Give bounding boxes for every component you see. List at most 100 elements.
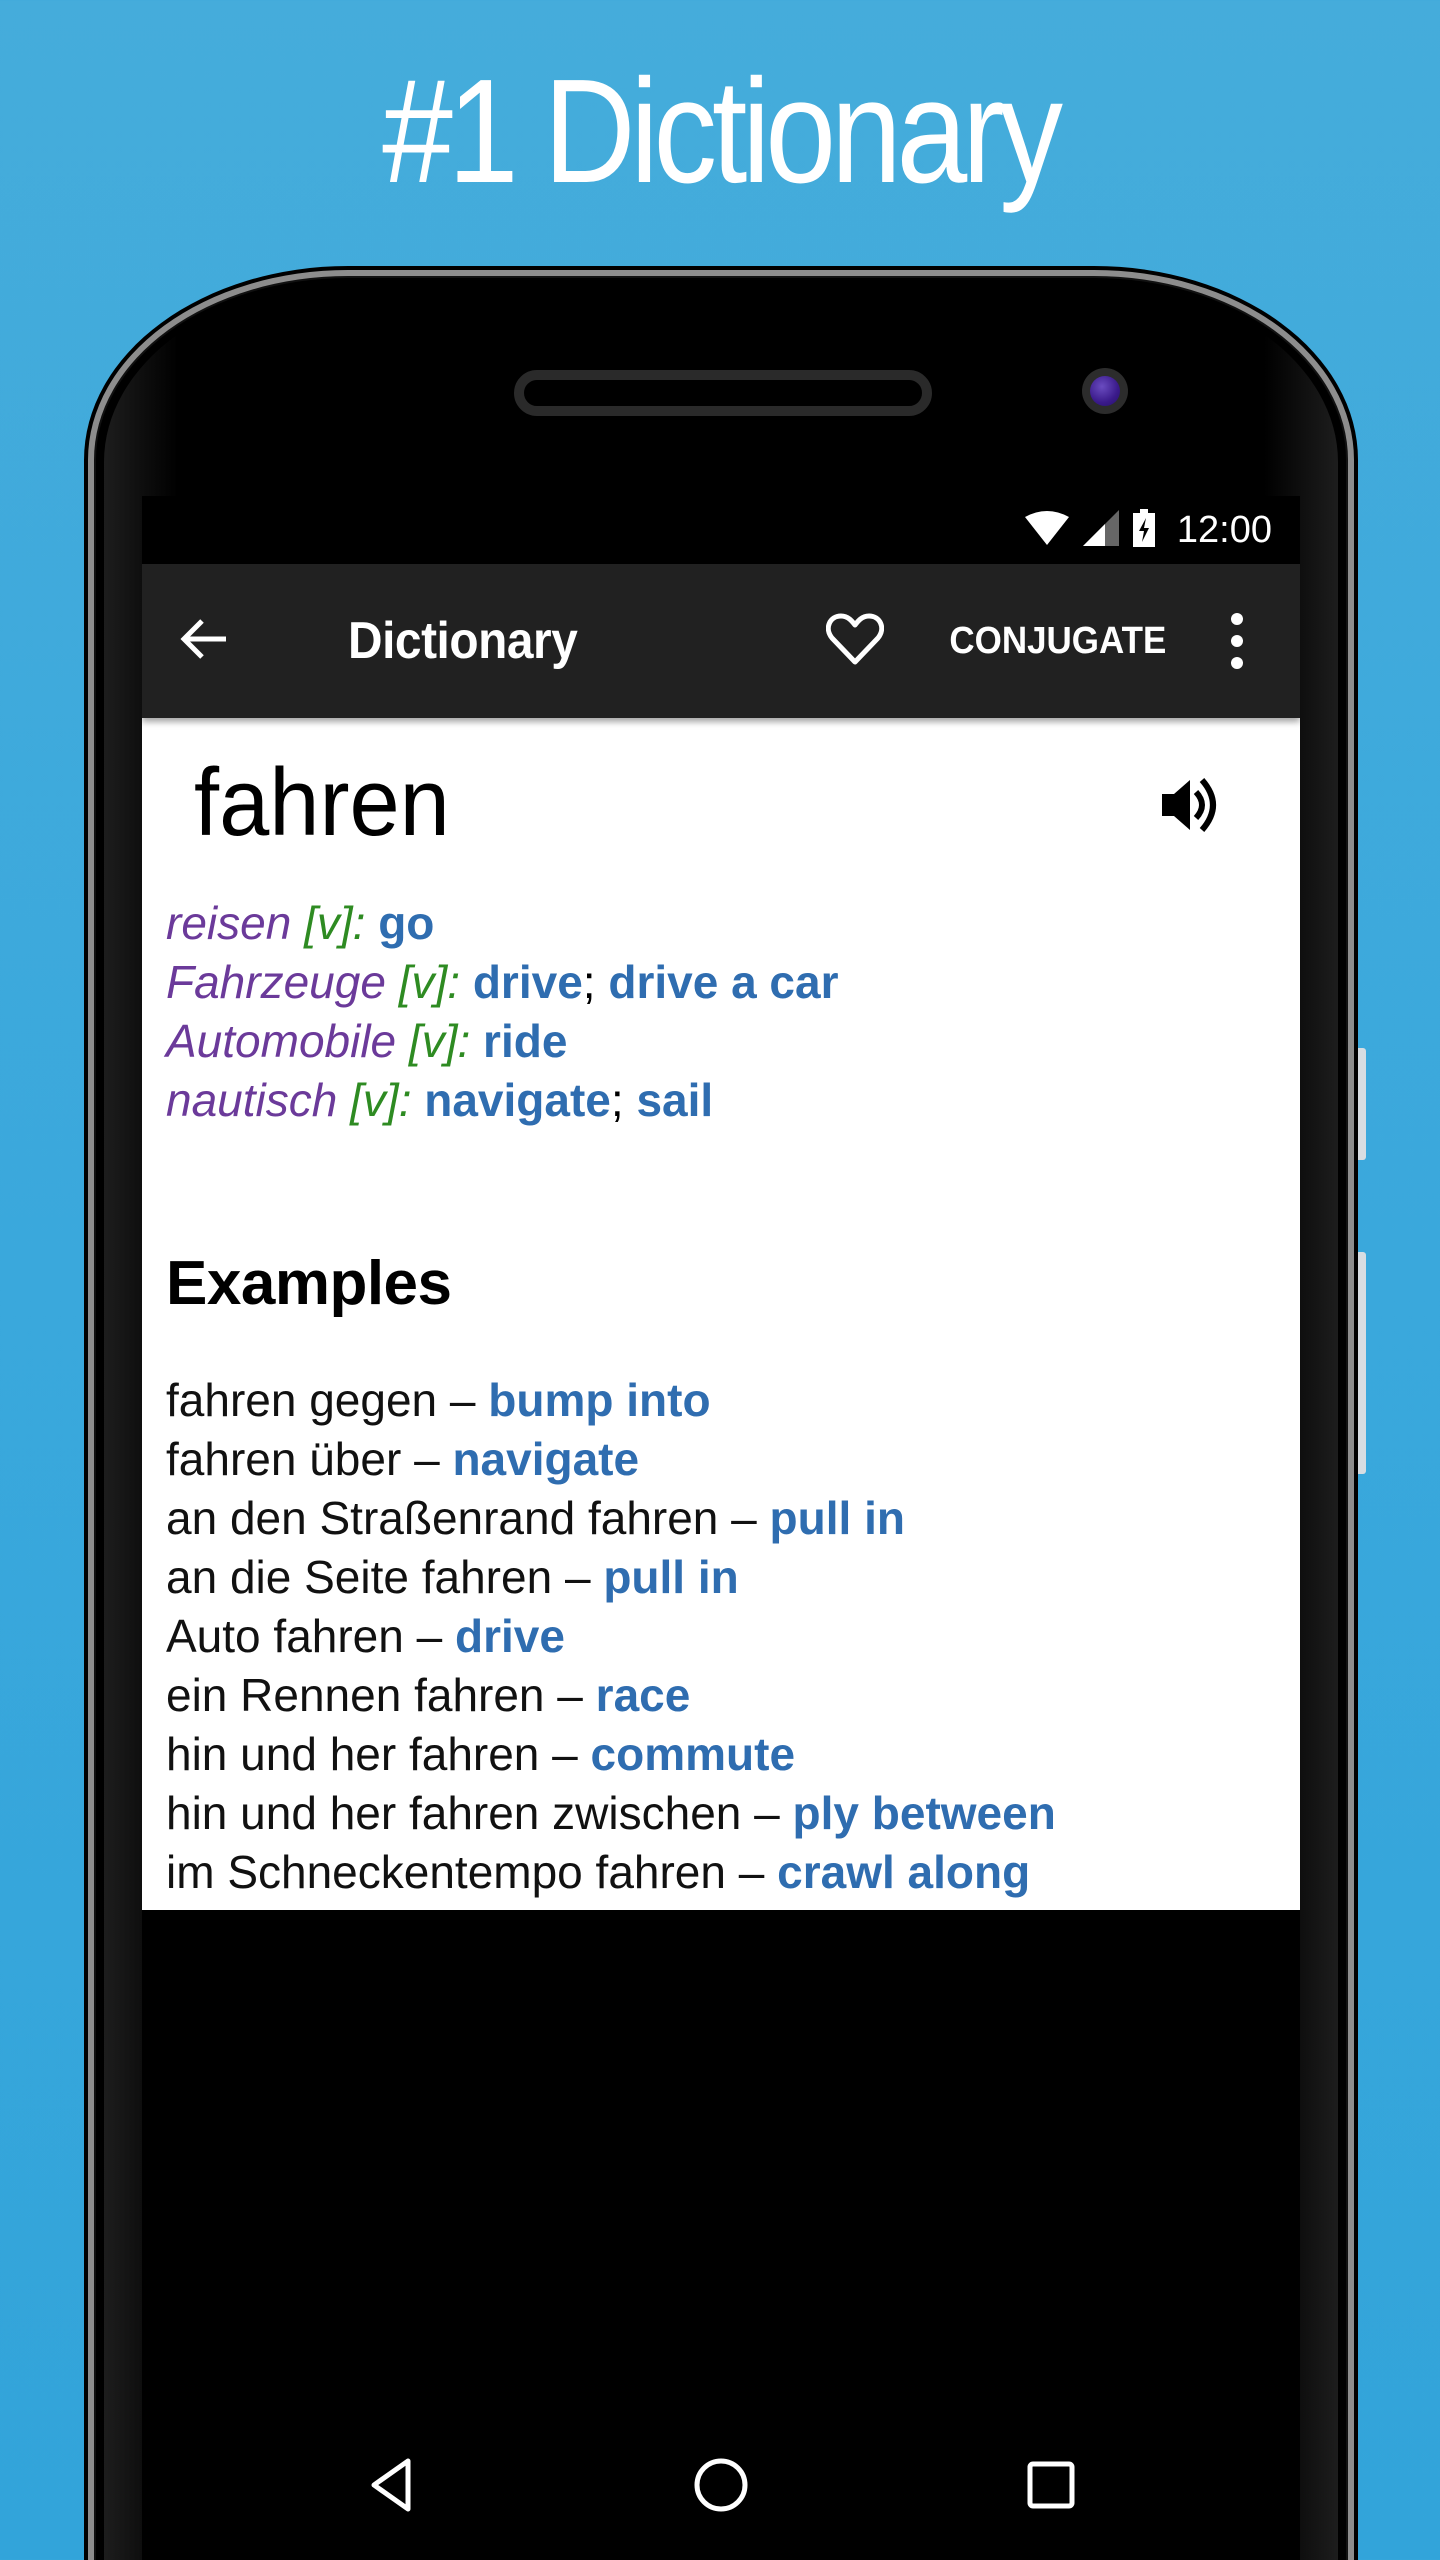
sense-colon: :: [447, 956, 461, 1008]
arrow-left-icon: [178, 617, 228, 666]
sense-context: Fahrzeuge: [166, 956, 386, 1008]
pronounce-button[interactable]: [1156, 770, 1226, 840]
example-dash: –: [414, 1433, 440, 1485]
example-dash: –: [731, 1492, 757, 1544]
example-german: Auto fahren: [166, 1610, 404, 1662]
example-dash: –: [754, 1787, 780, 1839]
sense-pos: [v]: [408, 1015, 458, 1067]
example-translation[interactable]: commute: [591, 1728, 795, 1780]
example-translation[interactable]: pull in: [770, 1492, 905, 1544]
example-translation[interactable]: navigate: [452, 1433, 639, 1485]
nav-recents-button[interactable]: [886, 2437, 1216, 2537]
sense-separator: ;: [610, 1074, 624, 1126]
navigation-bar: [142, 2414, 1300, 2560]
favorite-button[interactable]: [820, 606, 890, 676]
example-item: hin und her fahren – commute: [166, 1725, 1300, 1784]
examples-list: fahren gegen – bump into fahren über – na…: [166, 1371, 1300, 1910]
phone-screen: 12:00 Dictionary CONJUGATE fahren reisen…: [142, 496, 1300, 2560]
example-translation[interactable]: bump into: [488, 1374, 710, 1426]
example-item: an den Straßenrand fahren – pull in: [166, 1489, 1300, 1548]
example-dash: –: [738, 1846, 765, 1898]
battery-charging-icon: [1132, 508, 1155, 552]
example-dash: –: [642, 1905, 668, 1910]
sense-translation[interactable]: ride: [483, 1015, 567, 1067]
example-translation[interactable]: drive: [455, 1610, 565, 1662]
sense-context: reisen: [166, 897, 292, 949]
sense-item: nautisch [v]: navigate; sail: [166, 1071, 1300, 1130]
nav-home-circle-icon: [693, 2457, 749, 2518]
example-item: fahren gegen – bump into: [166, 1371, 1300, 1430]
example-item: im Schneckentempo fahren – crawl along: [166, 1843, 1300, 1902]
phone-side-button-upper: [1356, 1048, 1366, 1160]
more-options-button[interactable]: [1222, 601, 1252, 681]
app-bar: Dictionary CONJUGATE: [142, 564, 1300, 718]
headword-row: fahren: [166, 718, 1300, 894]
sense-context: nautisch: [166, 1074, 338, 1126]
sense-translation[interactable]: drive a car: [608, 956, 838, 1008]
more-vertical-icon-dot: [1231, 613, 1243, 625]
status-bar: 12:00: [142, 496, 1300, 564]
senses-list: reisen [v]: go Fahrzeuge [v]: drive; dri…: [166, 894, 1300, 1130]
sense-separator: ;: [582, 956, 596, 1008]
wifi-icon: [1024, 510, 1069, 550]
more-vertical-icon-dot: [1231, 657, 1243, 669]
example-german: fahren über: [166, 1433, 402, 1485]
nav-home-button[interactable]: [556, 2437, 886, 2537]
example-german: im Schritttempo fahren: [166, 1905, 629, 1910]
example-translation[interactable]: crawl along: [680, 1905, 933, 1910]
example-dash: –: [552, 1728, 578, 1780]
nav-recents-square-icon: [1026, 2460, 1076, 2515]
sense-colon: :: [352, 897, 366, 949]
app-title: Dictionary: [348, 612, 578, 670]
example-translation[interactable]: race: [596, 1669, 691, 1721]
front-camera-icon: [1082, 368, 1128, 414]
sense-translation[interactable]: navigate: [424, 1074, 611, 1126]
sense-colon: :: [457, 1015, 471, 1067]
example-dash: –: [564, 1551, 591, 1603]
example-german: fahren gegen: [166, 1374, 438, 1426]
example-dash: –: [557, 1669, 583, 1721]
example-german: an die Seite fahren: [166, 1551, 553, 1603]
sense-translation[interactable]: sail: [636, 1074, 713, 1126]
example-item: hin und her fahren zwischen – ply betwee…: [166, 1784, 1300, 1843]
sense-context: Automobile: [166, 1015, 397, 1067]
sense-item: reisen [v]: go: [166, 894, 1300, 953]
sense-item: Fahrzeuge [v]: drive; drive a car: [166, 953, 1300, 1012]
nav-back-button[interactable]: [226, 2437, 556, 2537]
example-item: an die Seite fahren – pull in: [166, 1548, 1300, 1607]
sense-translation[interactable]: drive: [473, 956, 583, 1008]
example-translation[interactable]: ply between: [793, 1787, 1056, 1839]
example-german: ein Rennen fahren: [166, 1669, 545, 1721]
cellular-signal-icon: [1082, 509, 1119, 551]
sense-pos: [v]: [304, 897, 353, 949]
status-time: 12:00: [1176, 508, 1272, 551]
example-item: fahren über – navigate: [166, 1430, 1300, 1489]
sense-translation[interactable]: go: [378, 897, 434, 949]
more-vertical-icon-dot: [1231, 635, 1243, 647]
example-dash: –: [416, 1610, 443, 1662]
example-german: im Schneckentempo fahren: [166, 1846, 726, 1898]
example-german: an den Straßenrand fahren: [166, 1492, 719, 1544]
example-item: Auto fahren – drive: [166, 1607, 1300, 1666]
examples-title: Examples: [166, 1249, 452, 1318]
volume-icon: [1156, 778, 1226, 844]
sense-colon: :: [398, 1074, 412, 1126]
example-translation[interactable]: pull in: [603, 1551, 738, 1603]
example-item: im Schritttempo fahren – crawl along: [166, 1902, 1300, 1910]
promo-headline: #1 Dictionary: [382, 49, 1063, 214]
example-translation[interactable]: crawl along: [777, 1846, 1030, 1898]
back-button[interactable]: [178, 601, 288, 681]
phone-side-button-lower: [1356, 1252, 1366, 1474]
sense-pos: [v]: [398, 956, 448, 1008]
sense-item: Automobile [v]: ride: [166, 1012, 1300, 1071]
conjugate-button[interactable]: CONJUGATE: [950, 620, 1167, 663]
example-german: hin und her fahren: [166, 1728, 540, 1780]
example-dash: –: [449, 1374, 476, 1426]
entry-content[interactable]: fahren reisen [v]: go Fahrzeuge [v]: dri…: [142, 718, 1300, 1910]
nav-back-triangle-icon: [366, 2457, 416, 2518]
heart-outline-icon: [826, 612, 885, 671]
example-item: ein Rennen fahren – race: [166, 1666, 1300, 1725]
phone-earpiece: [514, 370, 932, 416]
sense-pos: [v]: [350, 1074, 399, 1126]
example-german: hin und her fahren zwischen: [166, 1787, 742, 1839]
